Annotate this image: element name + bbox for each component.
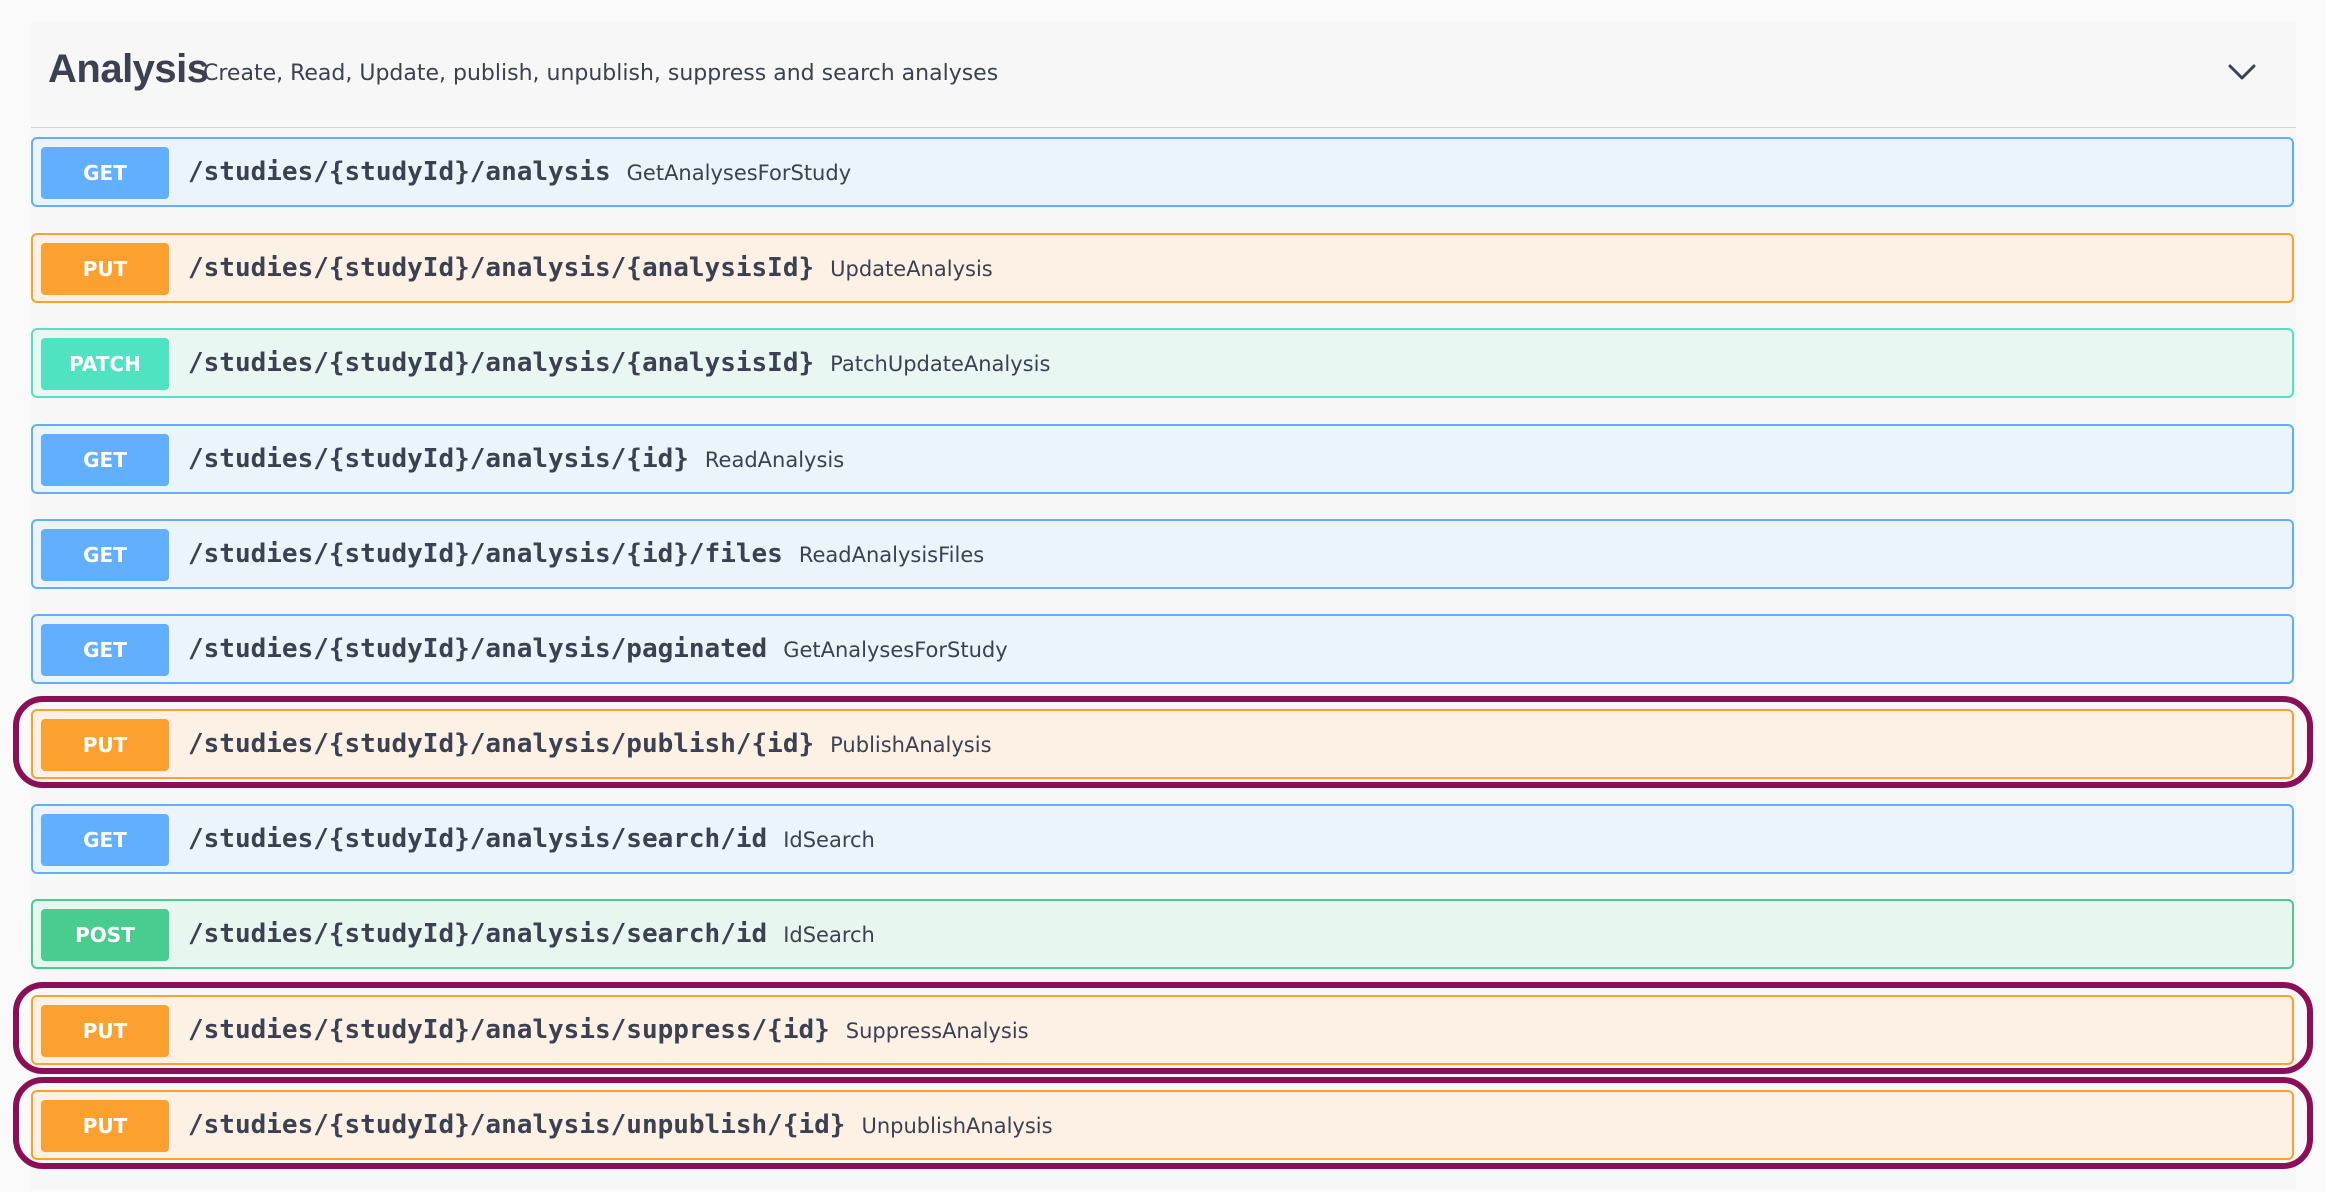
operation-summary: PublishAnalysis <box>830 733 992 757</box>
tag-header[interactable]: Analysis Create, Read, Update, publish, … <box>31 21 2296 128</box>
path-text: /studies/{studyId}/analysis/suppress/{id… <box>188 1015 830 1045</box>
path-text: /studies/{studyId}/analysis/{analysisId} <box>188 348 815 378</box>
method-badge: GET <box>41 434 169 486</box>
operation-summary: GetAnalysesForStudy <box>783 638 1008 662</box>
path-text: /studies/{studyId}/analysis/{analysisId} <box>188 253 815 283</box>
operation-summary: SuppressAnalysis <box>845 1019 1029 1043</box>
operation-row[interactable]: PUT /studies/{studyId}/analysis/unpublis… <box>31 1090 2294 1160</box>
operation-path: /studies/{studyId}/analysis/{id} ReadAnal… <box>188 444 844 474</box>
operation-path: /studies/{studyId}/analysis/{analysisId}… <box>188 253 993 283</box>
operation-summary: IdSearch <box>783 828 875 852</box>
method-badge: PATCH <box>41 338 169 390</box>
method-badge: PUT <box>41 243 169 295</box>
tag-title: Analysis <box>48 47 209 91</box>
operation-summary: IdSearch <box>783 923 875 947</box>
method-badge: GET <box>41 147 169 199</box>
tag-description: Create, Read, Update, publish, unpublish… <box>203 61 999 86</box>
operation-path: /studies/{studyId}/analysis GetAnalysesFo… <box>188 157 851 187</box>
operation-summary: ReadAnalysisFiles <box>798 543 985 567</box>
path-text: /studies/{studyId}/analysis/paginated <box>188 634 768 664</box>
method-badge: GET <box>41 814 169 866</box>
method-badge: GET <box>41 624 169 676</box>
operation-row[interactable]: PATCH /studies/{studyId}/analysis/{analy… <box>31 328 2294 398</box>
operation-path: /studies/{studyId}/analysis/search/id IdS… <box>188 919 875 949</box>
operation-row[interactable]: GET /studies/{studyId}/analysis/{id}/fil… <box>31 519 2294 589</box>
operation-row[interactable]: POST /studies/{studyId}/analysis/search/… <box>31 899 2294 969</box>
path-text: /studies/{studyId}/analysis/{id} <box>188 444 689 474</box>
operation-summary: GetAnalysesForStudy <box>626 161 852 185</box>
path-text: /studies/{studyId}/analysis/search/id <box>188 919 768 949</box>
operation-path: /studies/{studyId}/analysis/{id}/files Re… <box>188 539 984 569</box>
path-text: /studies/{studyId}/analysis/{id}/files <box>188 539 783 569</box>
method-badge: PUT <box>41 1100 169 1152</box>
operation-row[interactable]: GET /studies/{studyId}/analysis/search/i… <box>31 804 2294 874</box>
operation-path: /studies/{studyId}/analysis/unpublish/{i… <box>188 1110 1053 1140</box>
operation-row[interactable]: GET /studies/{studyId}/analysis GetAnalys… <box>31 137 2294 207</box>
operation-path: /studies/{studyId}/analysis/search/id IdS… <box>188 824 875 854</box>
operation-row[interactable]: PUT /studies/{studyId}/analysis/suppress… <box>31 995 2294 1065</box>
path-text: /studies/{studyId}/analysis <box>188 157 611 187</box>
operation-summary: UpdateAnalysis <box>830 257 993 281</box>
operation-row[interactable]: GET /studies/{studyId}/analysis/{id} Read… <box>31 424 2294 494</box>
analysis-tag-section: Analysis Create, Read, Update, publish, … <box>31 21 2296 1189</box>
operation-path: /studies/{studyId}/analysis/paginated Get… <box>188 634 1008 664</box>
operation-summary: ReadAnalysis <box>704 448 845 472</box>
method-badge: POST <box>41 909 169 961</box>
operation-path: /studies/{studyId}/analysis/publish/{id}… <box>188 729 992 759</box>
operation-path: /studies/{studyId}/analysis/suppress/{id… <box>188 1015 1029 1045</box>
method-badge: PUT <box>41 719 169 771</box>
operation-summary: PatchUpdateAnalysis <box>830 352 1051 376</box>
operation-path: /studies/{studyId}/analysis/{analysisId}… <box>188 348 1050 378</box>
method-badge: GET <box>41 529 169 581</box>
path-text: /studies/{studyId}/analysis/unpublish/{i… <box>188 1110 846 1140</box>
operation-row[interactable]: PUT /studies/{studyId}/analysis/{analysi… <box>31 233 2294 303</box>
chevron-down-icon[interactable] <box>2222 57 2262 87</box>
operation-row[interactable]: PUT /studies/{studyId}/analysis/publish/… <box>31 709 2294 779</box>
path-text: /studies/{studyId}/analysis/search/id <box>188 824 768 854</box>
path-text: /studies/{studyId}/analysis/publish/{id} <box>188 729 815 759</box>
operation-summary: UnpublishAnalysis <box>861 1114 1053 1138</box>
method-badge: PUT <box>41 1005 169 1057</box>
operation-row[interactable]: GET /studies/{studyId}/analysis/paginate… <box>31 614 2294 684</box>
